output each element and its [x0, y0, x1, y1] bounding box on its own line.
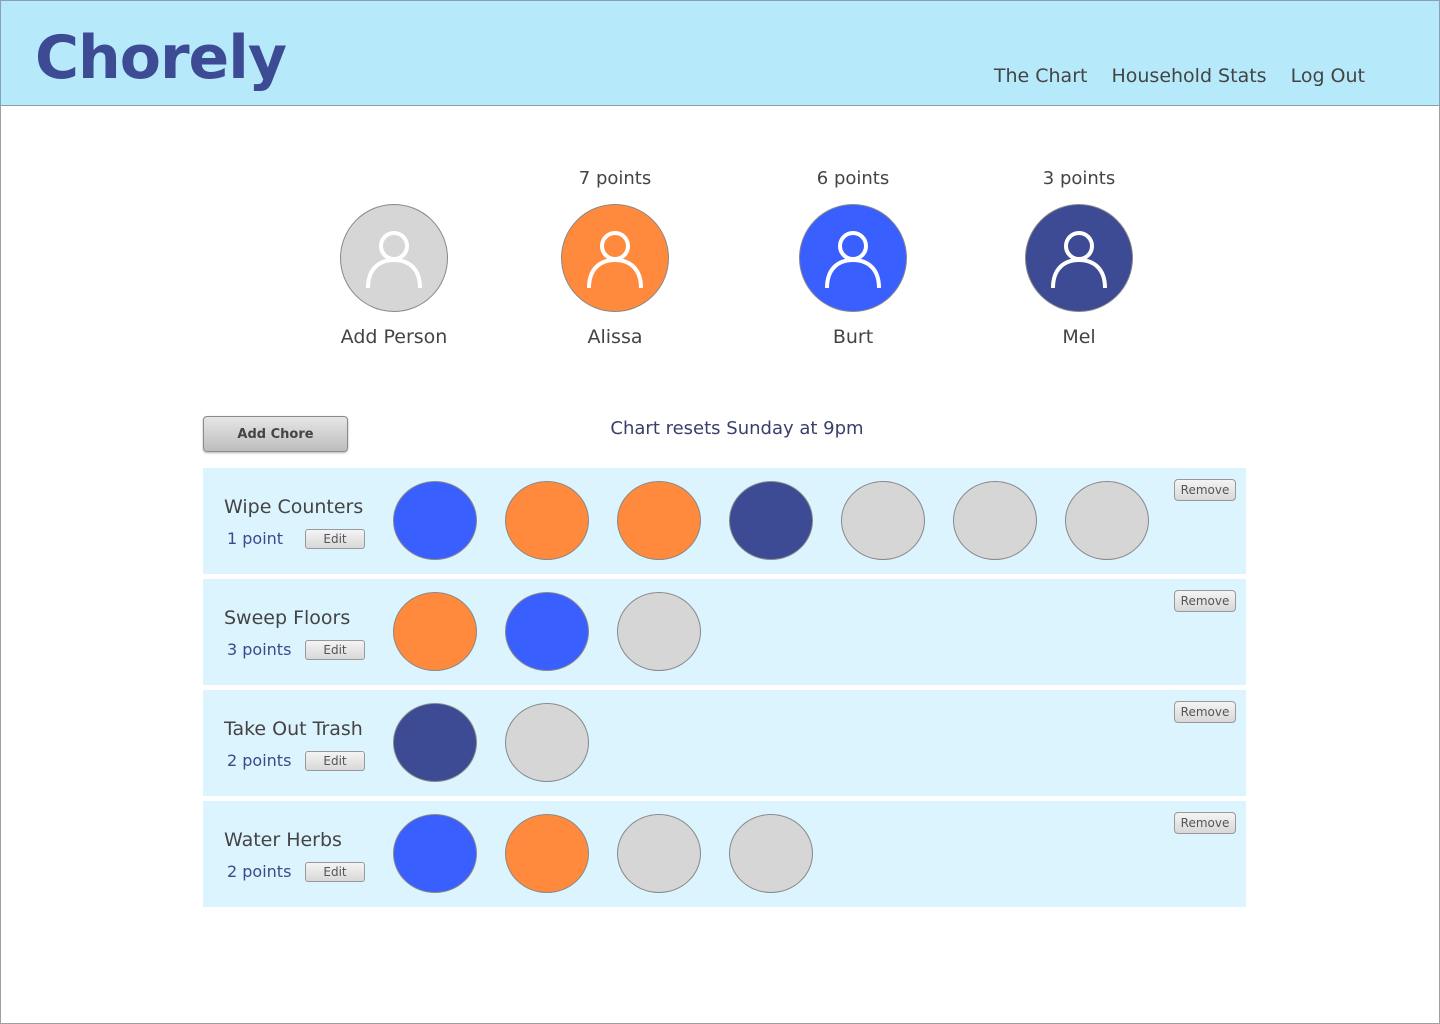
person-points	[309, 168, 479, 192]
nav-log-out[interactable]: Log Out	[1291, 65, 1365, 87]
remove-chore-button[interactable]: Remove	[1174, 701, 1236, 723]
completion-dot-mel[interactable]	[393, 703, 477, 782]
chore-name: Take Out Trash	[224, 718, 363, 740]
chore-points: 1 point	[227, 529, 284, 548]
avatar-alissa[interactable]	[561, 204, 669, 312]
completion-dot-burt[interactable]	[393, 814, 477, 893]
person-name: Mel	[1062, 326, 1096, 348]
empty-slot[interactable]	[953, 481, 1037, 560]
edit-chore-button[interactable]: Edit	[305, 751, 365, 771]
completion-dot-alissa[interactable]	[617, 481, 701, 560]
person-burt: 6 points Burt	[768, 168, 938, 348]
add-chore-button[interactable]: Add Chore	[203, 416, 348, 452]
person-points: 3 points	[1042, 168, 1116, 189]
completion-dot-burt[interactable]	[505, 592, 589, 671]
empty-slot[interactable]	[617, 592, 701, 671]
person-icon	[587, 231, 643, 289]
empty-slot[interactable]	[1065, 481, 1149, 560]
person-mel: 3 points Mel	[994, 168, 1164, 348]
header-bar: Chorely The Chart Household Stats Log Ou…	[0, 0, 1440, 106]
remove-chore-button[interactable]: Remove	[1174, 590, 1236, 612]
chore-name: Sweep Floors	[224, 607, 351, 629]
person-points: 6 points	[816, 168, 890, 189]
nav-the-chart[interactable]: The Chart	[994, 65, 1088, 87]
person-icon	[366, 231, 422, 289]
empty-slot[interactable]	[841, 481, 925, 560]
avatar-burt[interactable]	[799, 204, 907, 312]
person-name: Burt	[832, 326, 874, 348]
edit-chore-button[interactable]: Edit	[305, 529, 365, 549]
person-name: Alissa	[587, 326, 643, 348]
chore-row: Sweep Floors 3 points Edit Remove	[203, 579, 1246, 685]
main-nav: The Chart Household Stats Log Out	[994, 65, 1365, 87]
completion-dot-mel[interactable]	[729, 481, 813, 560]
chore-name: Wipe Counters	[224, 496, 364, 518]
empty-slot[interactable]	[729, 814, 813, 893]
chore-row: Water Herbs 2 points Edit Remove	[203, 801, 1246, 907]
person-icon	[825, 231, 881, 289]
person-icon	[1051, 231, 1107, 289]
person-name: Add Person	[340, 326, 448, 348]
completion-dot-alissa[interactable]	[393, 592, 477, 671]
remove-chore-button[interactable]: Remove	[1174, 479, 1236, 501]
empty-slot[interactable]	[617, 814, 701, 893]
person-alissa: 7 points Alissa	[530, 168, 700, 348]
chore-row: Wipe Counters 1 point Edit Remove	[203, 468, 1246, 574]
app-logo[interactable]: Chorely	[35, 23, 287, 93]
completion-dot-alissa[interactable]	[505, 481, 589, 560]
add-person-button[interactable]	[340, 204, 448, 312]
avatar-mel[interactable]	[1025, 204, 1133, 312]
person-add: Add Person	[309, 168, 479, 348]
chore-points: 2 points	[227, 862, 292, 881]
chart-reset-note: Chart resets Sunday at 9pm	[610, 418, 864, 439]
nav-household-stats[interactable]: Household Stats	[1111, 65, 1266, 87]
person-points: 7 points	[578, 168, 652, 189]
chore-row: Take Out Trash 2 points Edit Remove	[203, 690, 1246, 796]
chore-name: Water Herbs	[224, 829, 342, 851]
edit-chore-button[interactable]: Edit	[305, 862, 365, 882]
completion-dot-alissa[interactable]	[505, 814, 589, 893]
remove-chore-button[interactable]: Remove	[1174, 812, 1236, 834]
edit-chore-button[interactable]: Edit	[305, 640, 365, 660]
chore-points: 2 points	[227, 751, 292, 770]
empty-slot[interactable]	[505, 703, 589, 782]
chore-points: 3 points	[227, 640, 292, 659]
completion-dot-burt[interactable]	[393, 481, 477, 560]
